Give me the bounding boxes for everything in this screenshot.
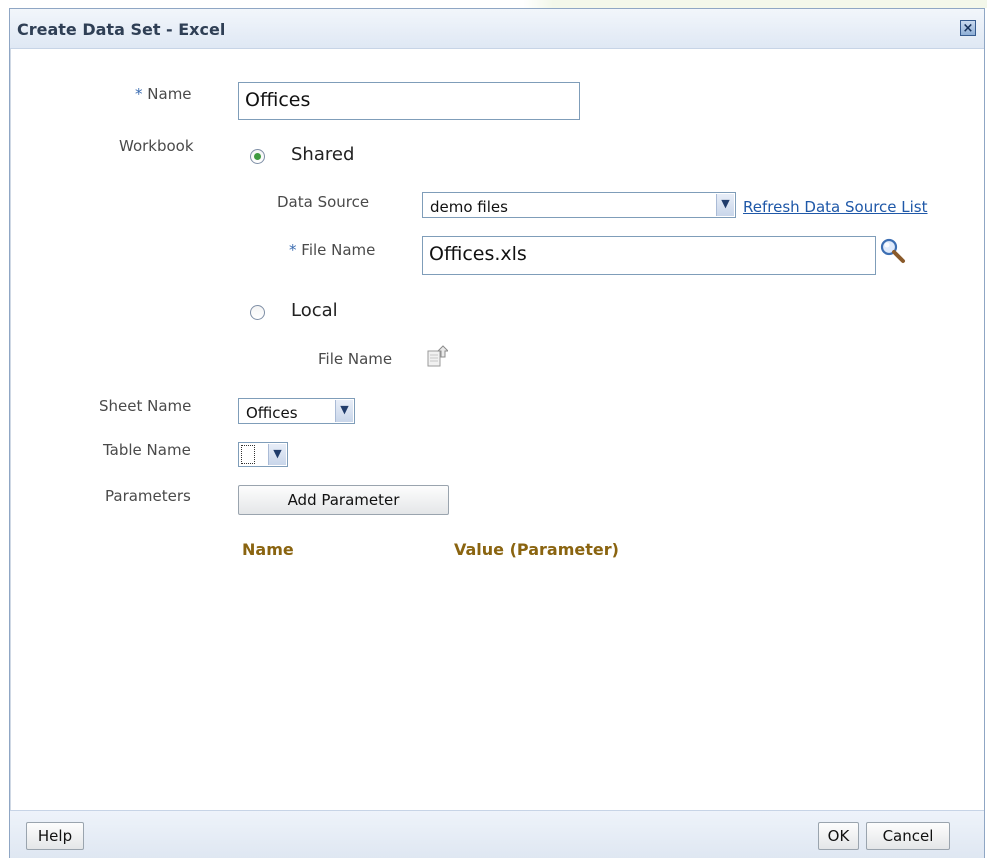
- search-icon[interactable]: [880, 238, 906, 264]
- dialog-footer: Help OK Cancel: [10, 810, 984, 858]
- create-data-set-dialog: Create Data Set - Excel × * Name Offices…: [9, 8, 985, 858]
- data-source-select[interactable]: demo files ▼: [422, 192, 736, 218]
- chevron-down-icon[interactable]: ▼: [268, 444, 286, 465]
- left-edge: [10, 49, 11, 811]
- file-name-input[interactable]: Offices.xls: [422, 236, 876, 275]
- file-name-label-text: File Name: [301, 241, 376, 259]
- local-radio[interactable]: [250, 305, 265, 320]
- local-file-name-label: File Name: [318, 350, 393, 368]
- chevron-down-icon[interactable]: ▼: [335, 400, 353, 422]
- file-name-label: * File Name: [289, 241, 375, 259]
- table-name-label: Table Name: [103, 441, 191, 459]
- dialog-title: Create Data Set - Excel: [17, 20, 226, 39]
- table-name-focus-box: [241, 445, 255, 464]
- help-button[interactable]: Help: [26, 822, 84, 850]
- refresh-data-source-link[interactable]: Refresh Data Source List: [743, 198, 928, 216]
- workbook-label: Workbook: [119, 137, 194, 155]
- column-header-name: Name: [242, 540, 294, 559]
- shared-radio[interactable]: [250, 149, 265, 164]
- data-source-value: demo files: [430, 198, 508, 216]
- required-marker: *: [289, 241, 297, 259]
- name-label: * Name: [135, 85, 192, 103]
- name-label-text: Name: [147, 85, 192, 103]
- background-strip: [0, 0, 987, 8]
- cancel-button[interactable]: Cancel: [866, 822, 950, 850]
- shared-radio-label[interactable]: Shared: [291, 144, 354, 165]
- ok-button[interactable]: OK: [818, 822, 859, 850]
- sheet-name-label: Sheet Name: [99, 397, 192, 415]
- file-name-input-value: Offices.xls: [429, 243, 527, 265]
- name-input-value: Offices: [245, 89, 311, 111]
- chevron-down-icon[interactable]: ▼: [716, 194, 734, 216]
- add-parameter-button[interactable]: Add Parameter: [238, 485, 449, 515]
- data-source-label: Data Source: [277, 193, 370, 211]
- table-name-select[interactable]: ▼: [238, 442, 288, 467]
- dialog-title-bar: Create Data Set - Excel ×: [10, 9, 984, 49]
- close-icon[interactable]: ×: [960, 20, 976, 36]
- upload-icon[interactable]: [426, 345, 450, 369]
- required-marker: *: [135, 85, 143, 103]
- local-radio-label[interactable]: Local: [291, 300, 338, 321]
- column-header-value: Value (Parameter): [454, 540, 619, 559]
- sheet-name-value: Offices: [246, 404, 298, 422]
- sheet-name-select[interactable]: Offices ▼: [238, 398, 355, 424]
- name-input[interactable]: Offices: [238, 82, 580, 120]
- parameters-label: Parameters: [105, 487, 191, 505]
